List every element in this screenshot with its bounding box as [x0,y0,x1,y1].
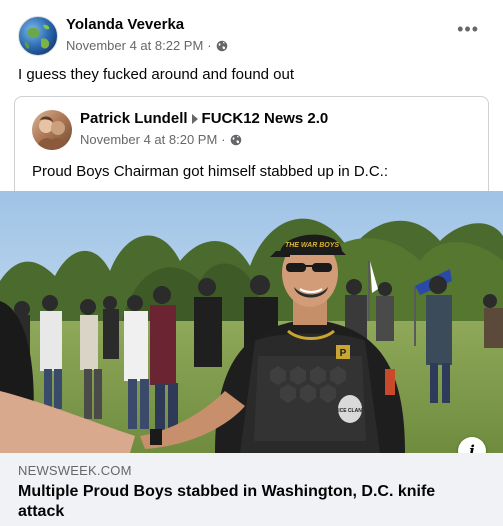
shared-avatar-photo [36,116,68,150]
shared-header: Patrick Lundell FUCK12 News 2.0 [80,110,328,127]
globe-icon[interactable] [230,134,242,146]
shared-author-name[interactable]: Patrick Lundell [80,110,188,127]
shared-post-text: Proud Boys Chairman got himself stabbed … [32,163,389,180]
facebook-post: Yolanda Veverka November 4 at 8:22 PM · … [0,0,503,526]
meta-dot: · [221,132,226,147]
vest-patch: P [340,348,347,359]
link-domain: NEWSWEEK.COM [18,463,132,478]
cap-text: THE WAR BOYS [285,242,339,249]
link-preview-image[interactable]: P ICE CLAN THE WAR BOYS [0,191,503,453]
can-label: ICE CLAN [338,408,362,414]
post-meta: November 4 at 8:22 PM · [66,38,228,53]
link-headline[interactable]: Multiple Proud Boys stabbed in Washingto… [18,482,478,522]
shared-group-name[interactable]: FUCK12 News 2.0 [202,110,329,127]
news-photo: P ICE CLAN THE WAR BOYS [0,191,503,453]
meta-dot: · [207,38,212,53]
author-avatar[interactable] [18,16,58,56]
post-timestamp[interactable]: November 4 at 8:22 PM [66,38,203,53]
shared-meta: November 4 at 8:20 PM · [80,132,242,147]
link-preview-info[interactable]: NEWSWEEK.COM Multiple Proud Boys stabbed… [0,453,503,526]
shared-timestamp[interactable]: November 4 at 8:20 PM [80,132,217,147]
earth-globe-image [24,24,50,49]
post-author-name[interactable]: Yolanda Veverka [66,16,184,33]
more-options-icon[interactable]: ••• [457,20,479,38]
post-text: I guess they fucked around and found out [18,66,295,83]
triangle-right-icon [191,113,198,124]
shared-author-avatar[interactable] [32,110,72,150]
globe-icon[interactable] [216,40,228,52]
